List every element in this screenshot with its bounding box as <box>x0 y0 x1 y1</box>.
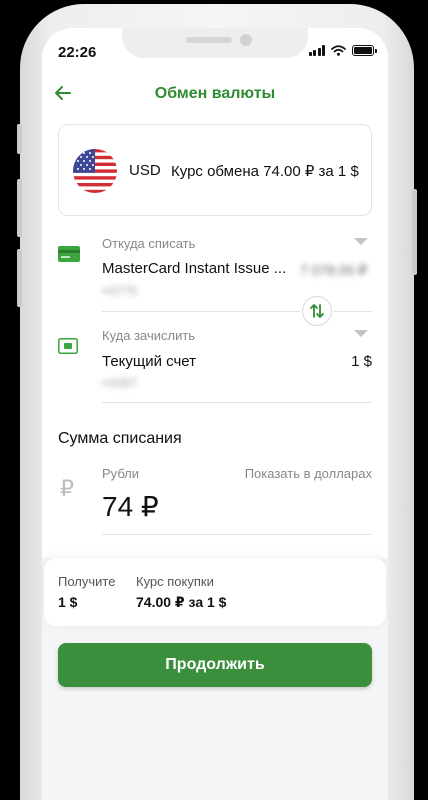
status-time: 22:26 <box>58 44 97 61</box>
ruble-icon: ₽ <box>60 476 74 501</box>
exchange-rate-text: Курс обмена 74.00 ₽ за 1 $ <box>171 163 359 180</box>
header: Обмен валюты <box>42 80 388 110</box>
from-balance: 7 078.00 ₽ <box>300 262 368 278</box>
summary-card: Получите 1 $ Курс покупки 74.00 ₽ за 1 $ <box>44 558 386 626</box>
status-icons <box>308 45 377 56</box>
chevron-down-icon[interactable] <box>354 330 368 337</box>
chevron-down-icon[interactable] <box>354 238 368 245</box>
swap-button[interactable] <box>302 296 332 326</box>
speaker <box>186 37 232 43</box>
battery-icon <box>352 45 377 56</box>
divider <box>334 311 372 312</box>
volume-down-button <box>17 249 22 307</box>
to-label: Куда зачислить <box>102 328 196 343</box>
wifi-icon <box>331 45 346 56</box>
from-label: Откуда списать <box>102 236 196 251</box>
camera <box>240 34 252 46</box>
purchase-rate-value: 74.00 ₽ за 1 $ <box>136 594 227 610</box>
amount-currency-label: Рубли <box>102 466 140 481</box>
divider <box>102 402 372 403</box>
app-screen: 22:26 Обмен валюты USD Курс обмена 74.00… <box>42 28 388 800</box>
amount-input[interactable]: 74 ₽ <box>102 490 159 523</box>
to-balance: 1 $ <box>351 353 372 370</box>
from-account-number: ••2775 <box>102 284 138 298</box>
page-title: Обмен валюты <box>154 85 276 102</box>
signal-icon <box>308 45 325 56</box>
power-button <box>412 189 417 275</box>
swap-icon <box>310 304 324 318</box>
volume-up-button <box>17 179 22 237</box>
divider <box>102 311 300 312</box>
mute-switch <box>17 124 22 154</box>
show-in-usd-link[interactable]: Показать в долларах <box>245 466 372 481</box>
currency-code: USD <box>129 162 161 179</box>
continue-button[interactable]: Продолжить <box>58 643 372 687</box>
amount-section-title: Сумма списания <box>58 430 182 447</box>
card-icon <box>58 246 80 262</box>
from-account-name[interactable]: MasterCard Instant Issue ... <box>102 260 286 277</box>
purchase-rate-label: Курс покупки <box>136 574 214 589</box>
to-account-number: ••3307 <box>102 376 138 390</box>
receive-value: 1 $ <box>58 594 78 610</box>
us-flag-icon <box>73 149 117 193</box>
to-account-name[interactable]: Текущий счет <box>102 353 196 370</box>
receive-label: Получите <box>58 574 116 589</box>
exchange-rate-card: USD Курс обмена 74.00 ₽ за 1 $ <box>58 124 372 216</box>
account-icon <box>58 338 78 354</box>
divider <box>102 534 372 535</box>
notch <box>122 28 308 58</box>
